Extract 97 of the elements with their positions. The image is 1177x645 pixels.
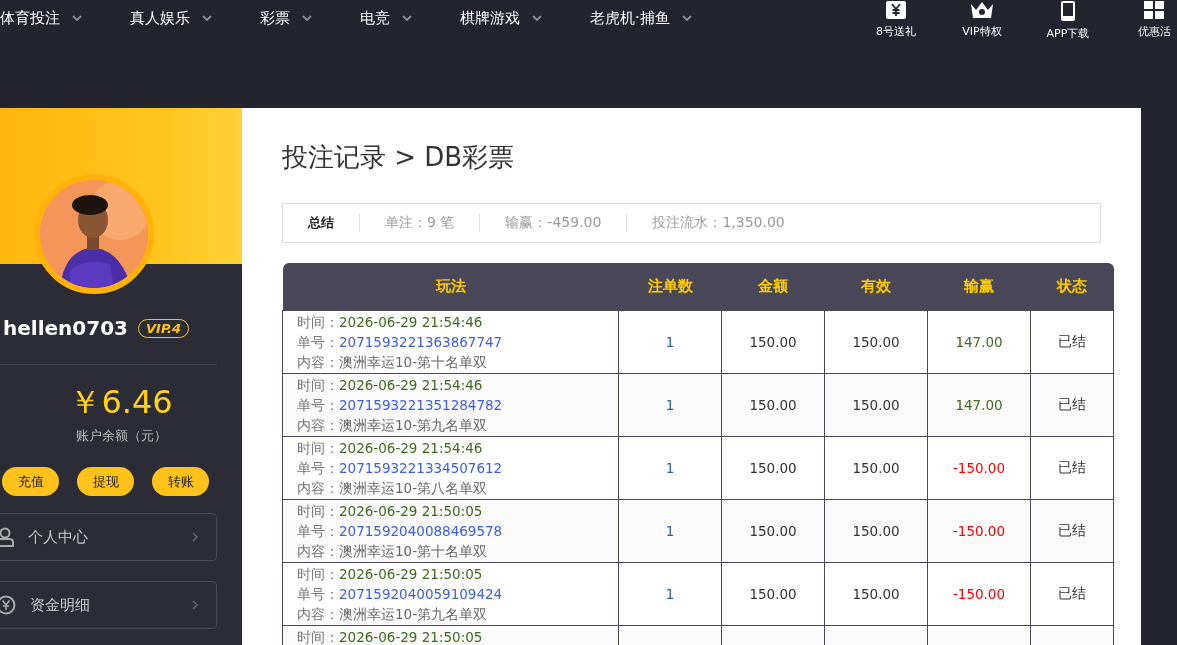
- column-header: 有效: [824, 263, 928, 311]
- field-label: 内容：: [297, 543, 339, 559]
- bet-content: 澳洲幸运10-第十名单双: [339, 543, 488, 559]
- summary-item: 输赢：-459.00: [480, 214, 628, 232]
- table-cell: 已结: [1058, 459, 1086, 475]
- field-label: 单号：: [297, 523, 339, 539]
- table-cell: 150.00: [852, 586, 900, 602]
- table-cell: 150.00: [749, 334, 797, 350]
- bet-time: 2026-06-29 21:50:05: [339, 566, 483, 582]
- table-cell: 150.00: [749, 586, 797, 602]
- table-cell: 1: [665, 397, 675, 413]
- chevron-right-icon: [192, 600, 198, 610]
- table-cell: -150.00: [952, 523, 1006, 539]
- table-cell: 150.00: [852, 460, 900, 476]
- caret-icon: [681, 15, 692, 21]
- table-cell: 已结: [1058, 585, 1086, 601]
- nav-menu-item[interactable]: 老虎机·捕鱼: [590, 8, 692, 28]
- nav-menu-item[interactable]: 电竞: [360, 8, 412, 28]
- page-title: 投注记录 > DB彩票: [282, 141, 516, 174]
- quick-link[interactable]: VIP特权: [939, 0, 1025, 41]
- table-cell: 已结: [1058, 396, 1086, 412]
- caret-icon: [532, 15, 542, 21]
- table-cell: 1: [665, 334, 675, 350]
- field-label: 单号：: [297, 334, 339, 350]
- field-label: 时间：: [297, 377, 339, 393]
- bet-content: 澳洲幸运10-第十名单双: [339, 354, 488, 370]
- summary-item: 投注流水：1,350.00: [651, 214, 786, 232]
- bet-time: 2026-06-29 21:54:46: [339, 440, 483, 456]
- table-cell: 150.00: [749, 460, 797, 476]
- bet-time: 2026-06-29 21:54:46: [339, 377, 483, 393]
- bet-time: 2026-06-29 21:50:05: [339, 503, 483, 519]
- balance-amount: ￥6.46: [68, 382, 174, 423]
- account-action-button[interactable]: 转账: [152, 467, 209, 496]
- order-number-link[interactable]: 2071592040059109424: [339, 586, 503, 602]
- field-label: 单号：: [297, 586, 339, 602]
- field-label: 时间：: [297, 440, 339, 456]
- table-cell: 1: [665, 523, 675, 539]
- field-label: 时间：: [297, 629, 339, 645]
- table-cell: -150.00: [952, 586, 1006, 602]
- field-label: 时间：: [297, 566, 339, 582]
- username: hellen0703: [3, 316, 128, 340]
- caret-icon: [72, 15, 82, 21]
- table-cell: 150.00: [749, 397, 797, 413]
- nav-menu-item[interactable]: 体育投注: [0, 8, 82, 28]
- table-cell: -150.00: [952, 460, 1006, 476]
- caret-icon: [402, 15, 412, 21]
- bet-time: 2026-06-29 21:54:46: [339, 314, 483, 330]
- table-cell: 1: [665, 460, 675, 476]
- table-cell: 已结: [1058, 522, 1086, 538]
- table-cell: 已结: [1058, 333, 1086, 349]
- caret-icon: [202, 15, 212, 21]
- bet-content: 澳洲幸运10-第九名单双: [339, 417, 488, 433]
- field-label: 内容：: [297, 354, 339, 370]
- balance-label: 账户余额（元）: [74, 427, 168, 445]
- quick-link[interactable]: 8号送礼: [853, 0, 939, 41]
- bet-time: 2026-06-29 21:50:05: [339, 629, 483, 645]
- field-label: 时间：: [297, 503, 339, 519]
- order-number-link[interactable]: 2071593221334507612: [339, 460, 503, 476]
- order-number-link[interactable]: 2071593221351284782: [339, 397, 503, 413]
- quick-link[interactable]: 优惠活: [1111, 0, 1177, 41]
- nav-menu-item[interactable]: 棋牌游戏: [460, 8, 542, 28]
- column-header: 注单数: [618, 263, 722, 311]
- column-header: 金额: [721, 263, 825, 311]
- column-header: 玩法: [282, 263, 619, 311]
- table-cell: 150.00: [852, 334, 900, 350]
- field-label: 单号：: [297, 397, 339, 413]
- account-action-button[interactable]: 充值: [2, 467, 59, 496]
- bet-content: 澳洲幸运10-第八名单双: [339, 480, 488, 496]
- field-label: 单号：: [297, 460, 339, 476]
- table-cell: 150.00: [852, 523, 900, 539]
- quick-link[interactable]: APP下载: [1025, 0, 1111, 41]
- summary-title: 总结: [308, 214, 360, 232]
- order-number-link[interactable]: 2071592040088469578: [339, 523, 503, 539]
- table-cell: 147.00: [955, 397, 1003, 413]
- nav-menu-item[interactable]: 真人娱乐: [130, 8, 212, 28]
- table-cell: 150.00: [749, 523, 797, 539]
- table-cell: 150.00: [852, 397, 900, 413]
- sidebar-menu-item[interactable]: 个人中心: [0, 513, 217, 561]
- sidebar-menu-item[interactable]: 资金明细: [0, 581, 217, 629]
- bet-content: 澳洲幸运10-第九名单双: [339, 606, 488, 622]
- field-label: 内容：: [297, 417, 339, 433]
- order-number-link[interactable]: 2071593221363867747: [339, 334, 503, 350]
- caret-icon: [302, 15, 312, 21]
- field-label: 内容：: [297, 480, 339, 496]
- summary-item: 单注：9 笔: [360, 214, 481, 232]
- grid-icon: [1143, 0, 1165, 20]
- account-action-button[interactable]: 提现: [77, 467, 134, 496]
- column-header: 状态: [1030, 263, 1114, 311]
- field-label: 内容：: [297, 606, 339, 622]
- field-label: 时间：: [297, 314, 339, 330]
- table-cell: 1: [665, 586, 675, 602]
- chevron-right-icon: [192, 532, 198, 542]
- column-header: 输赢: [927, 263, 1031, 311]
- person-icon: [0, 527, 14, 547]
- nav-menu-item[interactable]: 彩票: [260, 8, 312, 28]
- coin-icon: [0, 595, 16, 615]
- table-cell: 147.00: [955, 334, 1003, 350]
